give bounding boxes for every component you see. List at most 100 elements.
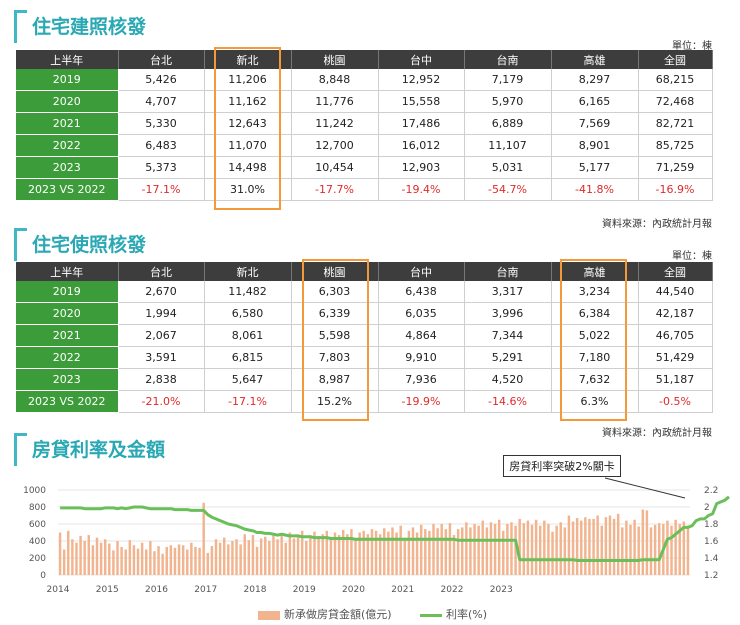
- row-label: 2020: [16, 302, 119, 325]
- bar-mark: [596, 515, 599, 575]
- table-cell: 17,486: [378, 112, 465, 135]
- bar-mark: [502, 530, 505, 575]
- legend-bar-item: 新承做房貸金額(億元): [258, 606, 392, 622]
- bar-mark: [686, 525, 690, 575]
- bar-mark: [71, 539, 74, 575]
- compare-cell: -21.0%: [118, 390, 205, 413]
- row-label: 2021: [16, 324, 119, 347]
- column-header: 台南: [464, 50, 552, 69]
- table-cell: 85,725: [638, 134, 713, 157]
- row-label: 2019: [16, 281, 119, 303]
- table-row: 2019 5,426 11,206 8,848 12,952 7,179 8,297 68,2…: [16, 69, 713, 91]
- table-cell: 11,482: [204, 281, 292, 303]
- compare-cell: -16.9%: [638, 178, 713, 201]
- bar-mark: [181, 545, 185, 575]
- column-header: 台中: [378, 50, 465, 69]
- compare-cell: -14.6%: [464, 390, 552, 413]
- table-cell: 72,468: [638, 90, 713, 113]
- bar-mark: [321, 534, 324, 575]
- bar-mark: [91, 545, 95, 575]
- table-cell: 3,591: [118, 346, 205, 369]
- bar-mark: [95, 537, 99, 575]
- table-cell: 6,483: [118, 134, 205, 157]
- bar-mark: [235, 539, 238, 575]
- table-cell: 16,012: [378, 134, 465, 157]
- section1-title-text: 住宅建照核發: [32, 16, 147, 38]
- table-cell: 68,215: [638, 69, 713, 91]
- bar-mark: [296, 535, 300, 575]
- compare-cell: -0.5%: [638, 390, 713, 413]
- compare-cell: -17.1%: [118, 178, 205, 201]
- row-label: 2020: [16, 90, 119, 113]
- bar-mark: [165, 546, 168, 575]
- bar-mark: [124, 549, 127, 575]
- bar-mark: [670, 525, 673, 575]
- bar-mark: [227, 544, 230, 575]
- bar-mark: [588, 518, 591, 575]
- bar-mark: [506, 524, 509, 575]
- bar-mark: [497, 519, 501, 575]
- bar-mark: [518, 518, 521, 575]
- table-cell: 5,031: [464, 156, 552, 179]
- rate-callout-text: 房貸利率突破2%關卡: [509, 460, 615, 473]
- bar-mark: [222, 537, 226, 575]
- bar-mark: [194, 546, 197, 575]
- bar-mark: [534, 519, 538, 575]
- table-cell: 8,061: [204, 324, 292, 347]
- bar-mark: [288, 532, 292, 575]
- bar-mark: [268, 541, 271, 575]
- bar-mark: [493, 524, 497, 575]
- x-tick-label: 2021: [391, 585, 414, 595]
- table-cell: 7,179: [464, 69, 552, 91]
- column-header: 台北: [118, 262, 205, 281]
- y-left-tick-label: 0: [40, 571, 46, 581]
- bar-mark: [198, 547, 201, 575]
- bar-mark: [87, 535, 91, 575]
- bar-mark: [621, 527, 624, 575]
- bar-mark: [543, 520, 546, 575]
- bar-mark: [600, 525, 603, 575]
- legend-line-label: 利率(%): [446, 608, 488, 621]
- bar-mark: [407, 530, 411, 575]
- table-cell: 3,317: [464, 281, 552, 303]
- bar-mark: [547, 524, 550, 575]
- x-tick-label: 2018: [244, 585, 267, 595]
- bar-mark: [354, 539, 357, 575]
- row-label: 2023: [16, 368, 119, 391]
- bar-mark: [75, 542, 78, 575]
- bar-mark: [571, 521, 575, 575]
- bar-mark: [239, 544, 242, 575]
- bar-mark: [272, 533, 275, 575]
- table-cell: 46,705: [638, 324, 713, 347]
- bar-mark: [79, 535, 82, 575]
- row-label: 2022: [16, 346, 119, 369]
- table-cell: 5,970: [464, 90, 552, 113]
- bar-mark: [136, 548, 140, 575]
- bar-mark: [186, 549, 189, 575]
- table-cell: 4,864: [378, 324, 465, 347]
- section2-source-label: 資料來源：內政統計月報: [602, 428, 712, 439]
- bar-mark: [633, 519, 636, 575]
- bar-mark: [62, 549, 66, 575]
- table-cell: 82,721: [638, 112, 713, 135]
- highlight-box-taoyuan: [302, 259, 369, 421]
- title-bracket-decoration: [14, 10, 27, 43]
- table-cell: 5,291: [464, 346, 552, 369]
- bar-mark: [362, 530, 365, 575]
- bar-mark: [563, 527, 567, 575]
- table-cell: 9,910: [378, 346, 465, 369]
- row-label: 2022: [16, 134, 119, 157]
- y-right-tick-label: 1.4: [704, 554, 719, 564]
- table-cell: 5,177: [551, 156, 639, 179]
- table-cell: 71,259: [638, 156, 713, 179]
- table-cell: 8,848: [291, 69, 379, 91]
- section3-title-text: 房貸利率及金額: [32, 439, 166, 461]
- x-tick-label: 2015: [96, 585, 119, 595]
- x-tick-label: 2016: [145, 585, 168, 595]
- bar-mark: [440, 524, 443, 575]
- table-cell: 2,838: [118, 368, 205, 391]
- y-right-tick-label: 2: [704, 503, 710, 513]
- section1-source-label: 資料來源：內政統計月報: [602, 219, 712, 230]
- bar-mark: [329, 537, 333, 575]
- bar-mark: [403, 537, 407, 575]
